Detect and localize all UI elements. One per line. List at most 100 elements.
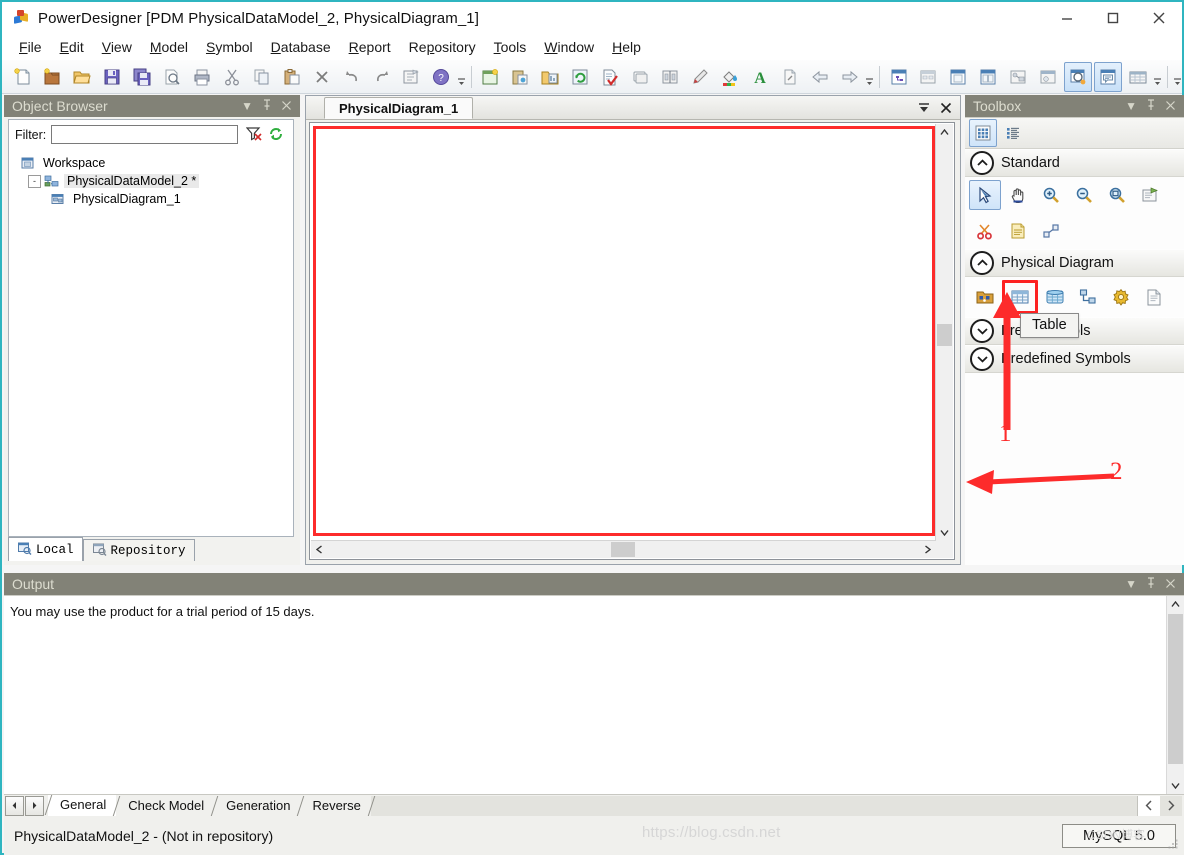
chevron-down-icon[interactable] xyxy=(970,347,994,371)
menu-report[interactable]: Report xyxy=(340,36,400,58)
filter-input[interactable] xyxy=(51,125,238,144)
pointer-icon[interactable] xyxy=(969,180,1001,210)
menu-edit[interactable]: Edit xyxy=(51,36,93,58)
zoom-in-icon[interactable] xyxy=(1035,180,1067,210)
browser-icon[interactable] xyxy=(885,62,913,92)
menu-view[interactable]: View xyxy=(93,36,141,58)
page-icon[interactable] xyxy=(944,62,972,92)
horizontal-scroll-thumb[interactable] xyxy=(611,542,635,557)
toolbar-overflow-3-icon[interactable] xyxy=(1153,62,1163,91)
output-body[interactable]: You may use the product for a trial peri… xyxy=(4,595,1184,794)
toolbar-overflow-2-icon[interactable] xyxy=(864,62,874,91)
impact-icon[interactable] xyxy=(1034,62,1062,92)
open-icon[interactable] xyxy=(68,62,96,92)
new-icon[interactable] xyxy=(9,62,37,92)
toolbox-group-standard-header[interactable]: Standard xyxy=(965,149,1184,177)
refresh-icon[interactable] xyxy=(566,62,594,92)
close-icon[interactable] xyxy=(281,100,292,113)
tree-expander-collapse[interactable]: - xyxy=(28,174,41,188)
refresh-filter-icon[interactable] xyxy=(268,126,284,144)
procedure-icon[interactable] xyxy=(1105,282,1137,312)
copy-icon[interactable] xyxy=(248,62,276,92)
export-icon[interactable] xyxy=(776,62,804,92)
next-tab-icon[interactable] xyxy=(25,795,44,816)
next-icon[interactable] xyxy=(836,62,864,92)
tab-local[interactable]: Local xyxy=(8,537,83,561)
print-icon[interactable] xyxy=(188,62,216,92)
pencil-icon[interactable] xyxy=(686,62,714,92)
dropdown-icon[interactable]: ▼ xyxy=(241,100,253,112)
toolbox-group-predefined-symbols-header[interactable]: Predefined Symbols xyxy=(965,345,1184,373)
cut-icon[interactable] xyxy=(218,62,246,92)
scroll-right-icon[interactable] xyxy=(1160,795,1182,816)
save-all-icon[interactable] xyxy=(128,62,156,92)
paste-format-icon[interactable] xyxy=(506,62,534,92)
paste-icon[interactable] xyxy=(278,62,306,92)
save-icon[interactable] xyxy=(98,62,126,92)
close-icon[interactable] xyxy=(940,102,952,117)
delete-icon[interactable] xyxy=(308,62,336,92)
result-list-icon[interactable] xyxy=(915,62,943,92)
scroll-down-icon[interactable] xyxy=(1167,777,1184,794)
tab-reverse[interactable]: Reverse xyxy=(300,796,370,816)
grabber-hand-icon[interactable] xyxy=(1002,180,1034,210)
menu-symbol[interactable]: Symbol xyxy=(197,36,262,58)
scroll-right-icon[interactable] xyxy=(919,541,936,558)
scroll-left-icon[interactable] xyxy=(311,541,328,558)
pin-icon[interactable] xyxy=(1146,577,1156,591)
view-icon[interactable] xyxy=(1039,282,1071,312)
chevron-up-icon[interactable] xyxy=(970,251,994,275)
resize-grip-icon[interactable] xyxy=(1167,838,1179,850)
tree-node-model[interactable]: - PhysicalDataModel_2 * xyxy=(14,172,292,190)
menu-file[interactable]: File xyxy=(10,36,51,58)
tab-general[interactable]: General xyxy=(48,794,117,816)
list-view-icon[interactable] xyxy=(999,119,1027,147)
tree-node-diagram[interactable]: PhysicalDiagram_1 xyxy=(14,190,292,208)
restore-icon[interactable] xyxy=(918,102,930,117)
menu-tools[interactable]: Tools xyxy=(485,36,536,58)
output-scroll-thumb[interactable] xyxy=(1168,614,1183,764)
chevron-down-icon[interactable] xyxy=(970,319,994,343)
scroll-left-icon[interactable] xyxy=(1137,795,1160,816)
prev-tab-icon[interactable] xyxy=(5,795,24,816)
scroll-down-icon[interactable] xyxy=(936,524,953,541)
maximize-icon[interactable] xyxy=(1090,2,1136,34)
zoom-area-icon[interactable] xyxy=(1101,180,1133,210)
comment-icon[interactable] xyxy=(1094,61,1122,92)
close-icon[interactable] xyxy=(1136,2,1182,34)
tile-icon[interactable] xyxy=(974,62,1002,92)
file-icon[interactable] xyxy=(1138,282,1170,312)
redo-icon[interactable] xyxy=(368,62,396,92)
diagram-canvas-area[interactable] xyxy=(309,122,955,560)
close-icon[interactable] xyxy=(1165,100,1176,113)
new-diagram-icon[interactable] xyxy=(476,62,504,92)
scroll-up-icon[interactable] xyxy=(936,124,953,141)
dropdown-icon[interactable]: ▼ xyxy=(1125,578,1137,590)
print-preview-icon[interactable] xyxy=(158,62,186,92)
menu-database[interactable]: Database xyxy=(262,36,340,58)
menu-window[interactable]: Window xyxy=(535,36,603,58)
output-vertical-scrollbar[interactable] xyxy=(1166,596,1184,794)
menu-repository[interactable]: Repository xyxy=(400,36,485,58)
find-objects-icon[interactable] xyxy=(536,62,564,92)
font-color-icon[interactable]: A xyxy=(746,62,774,92)
reference-icon[interactable] xyxy=(1072,282,1104,312)
canvas-horizontal-scrollbar[interactable] xyxy=(311,540,936,558)
align-icon[interactable] xyxy=(656,62,684,92)
open-package-diagram-icon[interactable] xyxy=(1134,180,1166,210)
delete-scissors-icon[interactable] xyxy=(969,216,1001,246)
table-icon[interactable] xyxy=(1002,280,1038,314)
tree-node-workspace[interactable]: Workspace xyxy=(14,154,292,172)
tab-repository[interactable]: Repository xyxy=(82,539,195,561)
help-icon[interactable]: ? xyxy=(427,62,455,92)
vertical-scroll-thumb[interactable] xyxy=(937,324,952,346)
note-icon[interactable] xyxy=(1002,216,1034,246)
toolbox-group-physical-diagram-header[interactable]: Physical Diagram xyxy=(965,249,1184,277)
canvas-vertical-scrollbar[interactable] xyxy=(935,124,953,541)
previous-icon[interactable] xyxy=(806,62,834,92)
new-model-icon[interactable] xyxy=(38,62,66,92)
link-icon[interactable] xyxy=(1035,216,1067,246)
chevron-up-icon[interactable] xyxy=(970,151,994,175)
properties-icon[interactable] xyxy=(398,62,426,92)
zoom-out-icon[interactable] xyxy=(1068,180,1100,210)
